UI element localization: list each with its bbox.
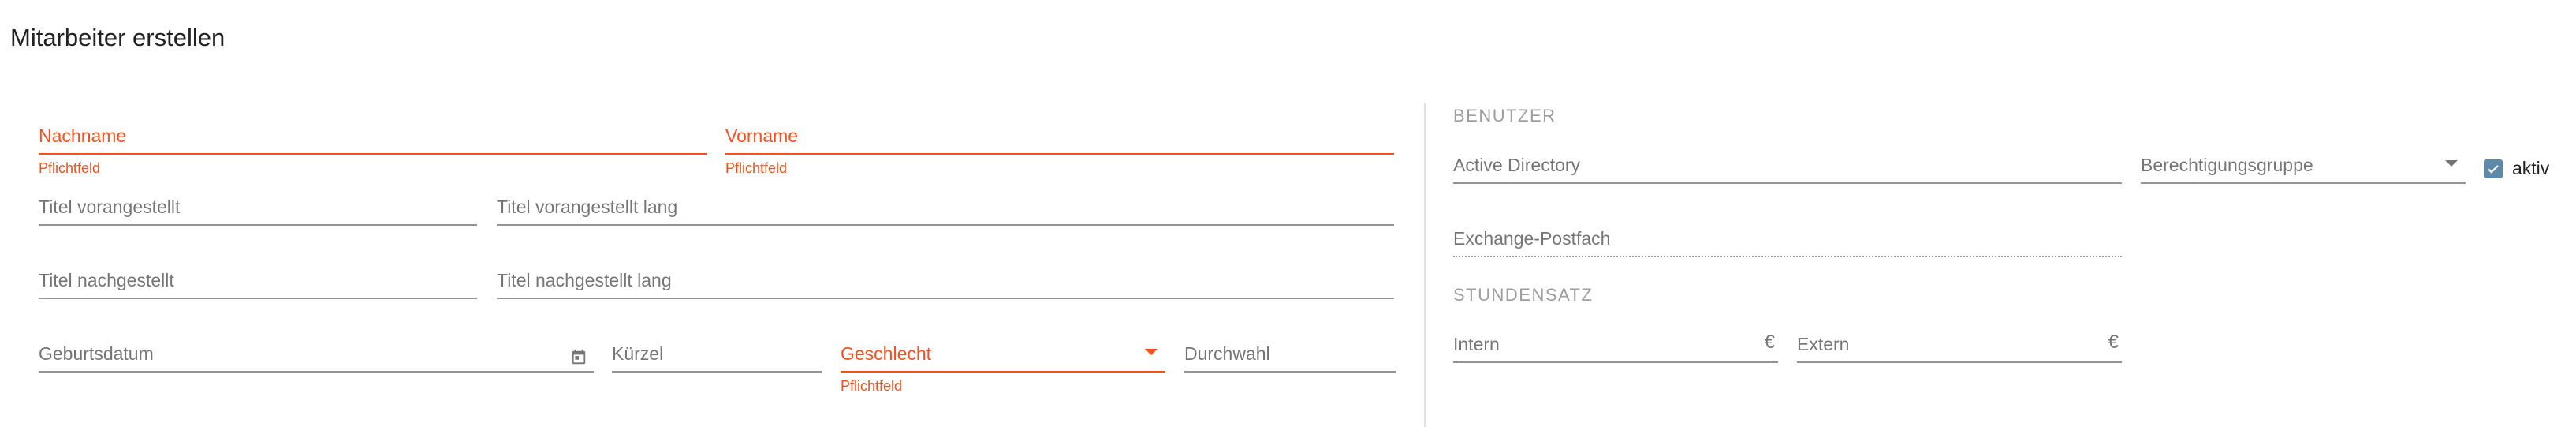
kuerzel-label: Kürzel bbox=[612, 343, 664, 364]
geburtsdatum-field[interactable]: Geburtsdatum bbox=[39, 325, 594, 373]
kuerzel-field[interactable]: Kürzel bbox=[612, 325, 822, 373]
extern-label: Extern bbox=[1797, 334, 1850, 354]
geschlecht-label: Geschlecht bbox=[841, 343, 932, 364]
titel-nachgestellt-label: Titel nachgestellt bbox=[39, 270, 174, 290]
calendar-icon[interactable] bbox=[570, 349, 587, 366]
section-stundensatz: STUNDENSATZ bbox=[1453, 285, 1594, 305]
titel-nachgestellt-lang-field[interactable]: Titel nachgestellt lang bbox=[497, 252, 1394, 299]
nachname-field[interactable]: Nachname bbox=[39, 107, 707, 155]
aktiv-checkbox[interactable]: aktiv bbox=[2484, 158, 2549, 179]
titel-vorangestellt-field[interactable]: Titel vorangestellt bbox=[39, 178, 477, 226]
chevron-down-icon bbox=[1145, 349, 1158, 355]
titel-vorangestellt-label: Titel vorangestellt bbox=[39, 197, 181, 217]
geschlecht-select[interactable]: Geschlecht bbox=[841, 325, 1165, 373]
exchange-postfach-field: Exchange-Postfach bbox=[1453, 210, 2122, 257]
vorname-hint: Pflichtfeld bbox=[725, 160, 788, 176]
chevron-down-icon bbox=[2445, 160, 2458, 167]
titel-vorangestellt-lang-label: Titel vorangestellt lang bbox=[497, 197, 678, 217]
intern-field[interactable]: Intern € bbox=[1453, 316, 1778, 363]
column-divider bbox=[1424, 103, 1426, 427]
checkbox-checked-icon[interactable] bbox=[2484, 159, 2503, 178]
active-directory-field[interactable]: Active Directory bbox=[1453, 137, 2122, 184]
berechtigungsgruppe-label: Berechtigungsgruppe bbox=[2141, 155, 2313, 175]
intern-label: Intern bbox=[1453, 334, 1500, 354]
durchwahl-field[interactable]: Durchwahl bbox=[1184, 325, 1396, 373]
page-title: Mitarbeiter erstellen bbox=[10, 24, 226, 51]
titel-vorangestellt-lang-field[interactable]: Titel vorangestellt lang bbox=[497, 178, 1394, 226]
check-icon bbox=[2488, 164, 2499, 174]
extern-field[interactable]: Extern € bbox=[1797, 316, 2122, 363]
titel-nachgestellt-lang-label: Titel nachgestellt lang bbox=[497, 270, 672, 290]
geschlecht-hint: Pflichtfeld bbox=[841, 378, 903, 394]
section-benutzer: BENUTZER bbox=[1453, 106, 1556, 125]
euro-suffix: € bbox=[1764, 331, 1775, 353]
aktiv-label: aktiv bbox=[2512, 158, 2550, 178]
geburtsdatum-label: Geburtsdatum bbox=[39, 343, 154, 364]
titel-nachgestellt-field[interactable]: Titel nachgestellt bbox=[39, 252, 477, 299]
active-directory-label: Active Directory bbox=[1453, 155, 1581, 175]
nachname-label: Nachname bbox=[39, 125, 127, 146]
vorname-field[interactable]: Vorname bbox=[725, 107, 1394, 155]
exchange-postfach-label: Exchange-Postfach bbox=[1453, 228, 1611, 249]
euro-suffix: € bbox=[2108, 331, 2119, 353]
nachname-hint: Pflichtfeld bbox=[39, 160, 101, 176]
berechtigungsgruppe-select[interactable]: Berechtigungsgruppe bbox=[2141, 137, 2466, 184]
durchwahl-label: Durchwahl bbox=[1184, 343, 1270, 364]
vorname-label: Vorname bbox=[725, 125, 799, 146]
